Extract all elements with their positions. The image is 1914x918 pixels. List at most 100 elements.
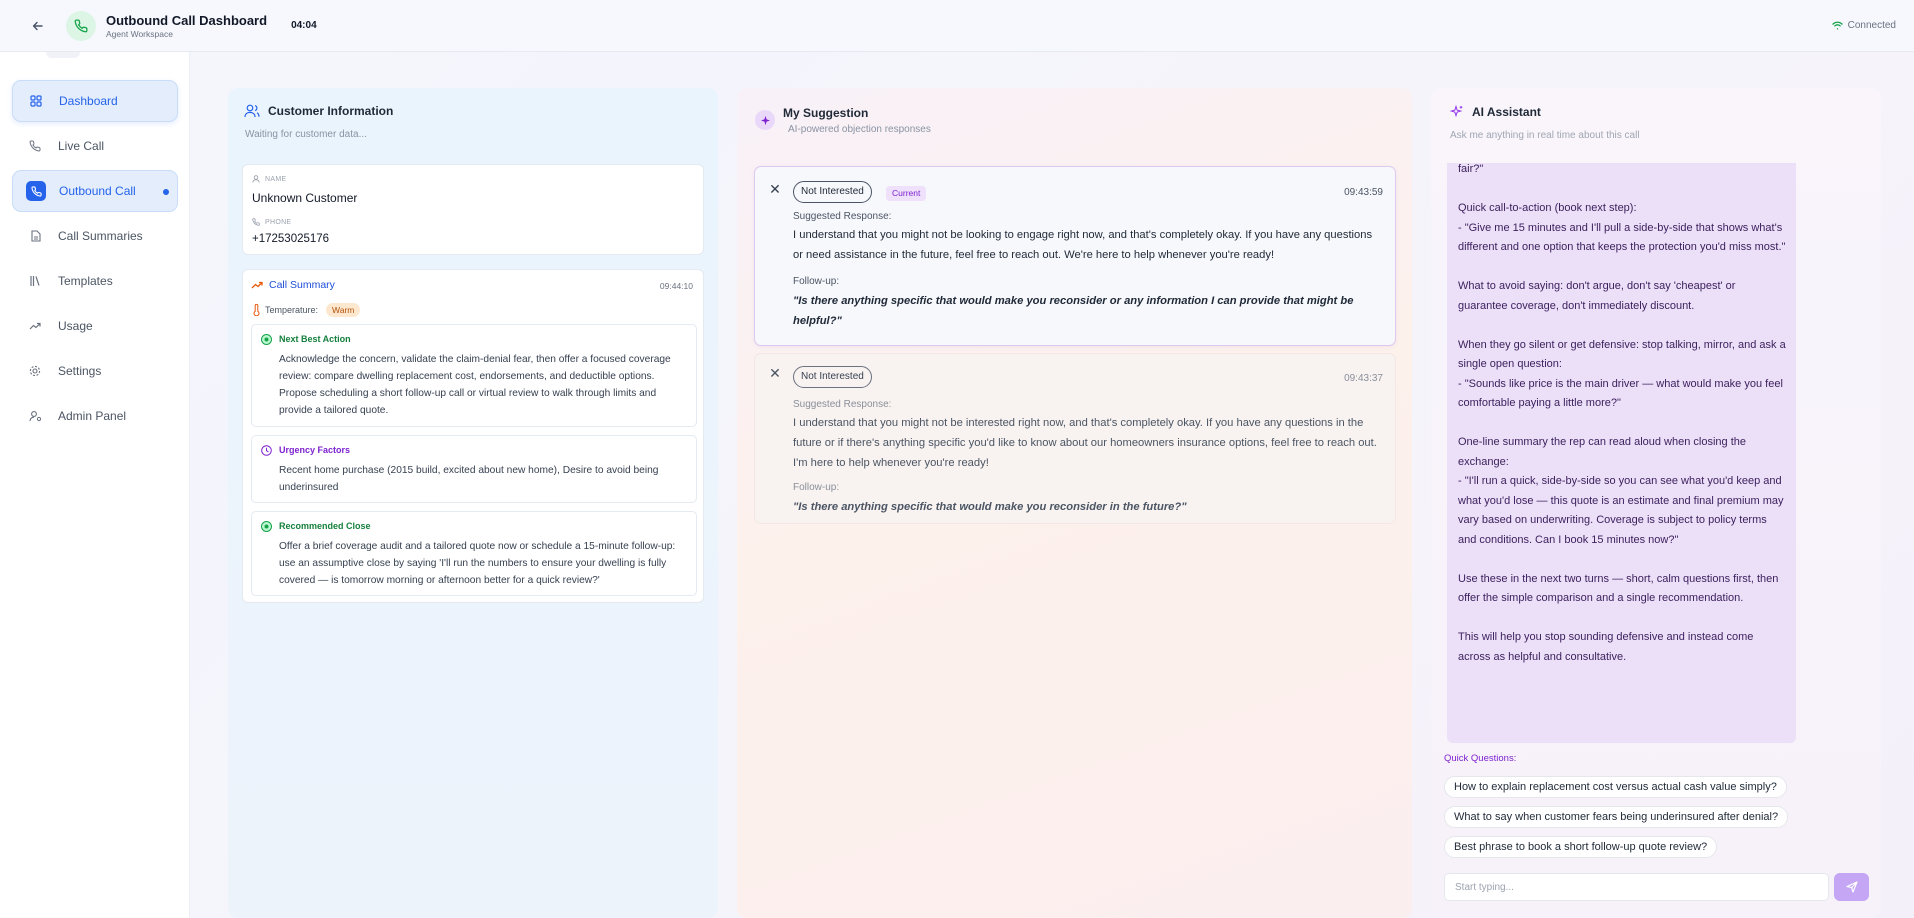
- recommended-close-card: Recommended Close Offer a brief coverage…: [251, 511, 697, 596]
- suggestion-panel: My Suggestion AI-powered objection respo…: [737, 88, 1412, 918]
- sidebar-item-admin-panel[interactable]: Admin Panel: [12, 395, 178, 437]
- panel-subtitle: Ask me anything in real time about this …: [1450, 130, 1640, 141]
- next-best-action-title: Next Best Action: [279, 334, 351, 344]
- suggestion-time: 09:43:59: [1344, 187, 1383, 198]
- close-icon[interactable]: ✕: [767, 181, 783, 197]
- quick-question-button[interactable]: How to explain replacement cost versus a…: [1444, 776, 1787, 798]
- wifi-icon: [1831, 21, 1843, 30]
- suggested-response-text: I understand that you might not be inter…: [793, 417, 1377, 469]
- thermometer-icon: [253, 304, 260, 316]
- user-icon: [252, 175, 260, 183]
- temperature-badge: Warm: [326, 303, 361, 317]
- customer-details-card: NAME Unknown Customer PHONE +17253025176: [242, 164, 704, 255]
- temperature-row: Temperature: Warm: [253, 303, 361, 317]
- call-summary-header: Call Summary: [251, 279, 335, 291]
- sidebar-nav: Dashboard Live Call Outbound Call Call S…: [12, 80, 178, 440]
- sidebar-handle: [46, 52, 80, 58]
- urgency-factors-text: Recent home purchase (2015 build, excite…: [279, 465, 659, 493]
- sidebar-item-live-call[interactable]: Live Call: [12, 125, 178, 167]
- followup-text: "Is there anything specific that would m…: [793, 295, 1354, 327]
- back-arrow-icon[interactable]: [24, 12, 52, 40]
- followup-text: "Is there anything specific that would m…: [793, 501, 1187, 513]
- panel-title: My Suggestion: [783, 106, 869, 120]
- name-label: NAME: [265, 175, 287, 183]
- suggested-response-text: I understand that you might not be looki…: [793, 229, 1373, 261]
- call-summary-time: 09:44:10: [659, 281, 693, 291]
- sidebar-item-label: Settings: [58, 364, 102, 378]
- connection-status: Connected: [1831, 20, 1896, 31]
- panel-subtitle: AI-powered objection responses: [788, 124, 931, 135]
- trend-up-icon: [251, 281, 263, 289]
- close-icon[interactable]: ✕: [767, 365, 783, 381]
- users-icon: [244, 104, 260, 118]
- suggested-response-label: Suggested Response:: [793, 211, 892, 222]
- customer-name: Unknown Customer: [252, 191, 358, 205]
- send-button[interactable]: [1834, 873, 1869, 901]
- suggestion-card-current: ✕ Not Interested Current 09:43:59 Sugges…: [754, 166, 1396, 346]
- recommended-close-text: Offer a brief coverage audit and a tailo…: [279, 541, 676, 586]
- assistant-panel: AI Assistant Ask me anything in real tim…: [1431, 88, 1881, 918]
- phone-outgoing-icon: [26, 181, 46, 201]
- sidebar: Dashboard Live Call Outbound Call Call S…: [0, 52, 190, 918]
- sidebar-item-label: Live Call: [58, 139, 105, 153]
- target-icon: [261, 521, 272, 532]
- quick-question-button[interactable]: Best phrase to book a short follow-up qu…: [1444, 836, 1718, 858]
- target-icon: [261, 334, 272, 345]
- phone-icon: [252, 218, 260, 226]
- call-summary-title: Call Summary: [269, 279, 335, 291]
- gear-icon: [26, 362, 44, 380]
- clock-icon: [261, 445, 272, 456]
- chat-input[interactable]: [1444, 873, 1829, 901]
- sidebar-item-label: Admin Panel: [58, 409, 127, 423]
- phone-icon: [66, 10, 96, 41]
- page-subtitle: Agent Workspace: [106, 28, 173, 39]
- grid-icon: [27, 92, 45, 110]
- name-caption: NAME: [252, 175, 286, 183]
- assistant-message-text: fair?" Quick call-to-action (book next s…: [1458, 163, 1786, 663]
- urgency-factors-card: Urgency Factors Recent home purchase (20…: [251, 435, 697, 503]
- page-title: Outbound Call Dashboard: [106, 12, 268, 28]
- file-icon: [26, 227, 44, 245]
- sidebar-item-call-summaries[interactable]: Call Summaries: [12, 215, 178, 257]
- customer-panel-header: Customer Information: [244, 104, 393, 118]
- objection-tag: Not Interested: [793, 181, 872, 203]
- quick-questions-label: Quick Questions:: [1444, 753, 1517, 764]
- sidebar-item-label: Dashboard: [59, 94, 118, 108]
- objection-tag: Not Interested: [793, 366, 872, 388]
- customer-panel: Customer Information Waiting for custome…: [228, 88, 718, 918]
- current-badge: Current: [886, 186, 927, 201]
- customer-phone: +17253025176: [252, 233, 330, 245]
- sidebar-item-dashboard[interactable]: Dashboard: [12, 80, 178, 122]
- sidebar-item-label: Usage: [58, 319, 93, 333]
- urgency-factors-title: Urgency Factors: [279, 445, 351, 455]
- quick-question-button[interactable]: What to say when customer fears being un…: [1444, 806, 1789, 828]
- followup-label: Follow-up:: [793, 482, 840, 493]
- panel-title: AI Assistant: [1472, 105, 1541, 119]
- sidebar-item-usage[interactable]: Usage: [12, 305, 178, 347]
- sparkles-icon: [1450, 105, 1463, 118]
- sidebar-item-templates[interactable]: Templates: [12, 260, 178, 302]
- suggestion-card-previous: ✕ Not Interested 09:43:37 Suggested Resp…: [754, 353, 1396, 524]
- call-summary-card: Call Summary 09:44:10 Temperature: Warm …: [242, 269, 704, 603]
- sidebar-item-label: Call Summaries: [58, 229, 143, 243]
- active-indicator-dot: [163, 189, 169, 195]
- sidebar-item-settings[interactable]: Settings: [12, 350, 178, 392]
- next-best-action-text: Acknowledge the concern, validate the cl…: [279, 354, 671, 416]
- next-best-action-card: Next Best Action Acknowledge the concern…: [251, 324, 697, 427]
- call-timer: 04:04: [291, 20, 317, 31]
- connection-label: Connected: [1847, 20, 1896, 31]
- sidebar-item-label: Templates: [58, 274, 113, 288]
- panel-subtitle: Waiting for customer data...: [245, 129, 367, 140]
- panel-title: Customer Information: [268, 104, 394, 118]
- assistant-panel-header: AI Assistant: [1450, 105, 1541, 119]
- sparkle-icon: [755, 110, 775, 130]
- sidebar-item-outbound-call[interactable]: Outbound Call: [12, 170, 178, 212]
- suggestion-time: 09:43:37: [1344, 373, 1383, 384]
- phone-label: PHONE: [265, 218, 292, 226]
- suggested-response-label: Suggested Response:: [793, 399, 892, 410]
- recommended-close-title: Recommended Close: [279, 521, 371, 531]
- temperature-label: Temperature:: [265, 305, 319, 315]
- library-icon: [26, 272, 44, 290]
- user-cog-icon: [26, 407, 44, 425]
- top-bar: Outbound Call Dashboard Agent Workspace …: [0, 0, 1914, 52]
